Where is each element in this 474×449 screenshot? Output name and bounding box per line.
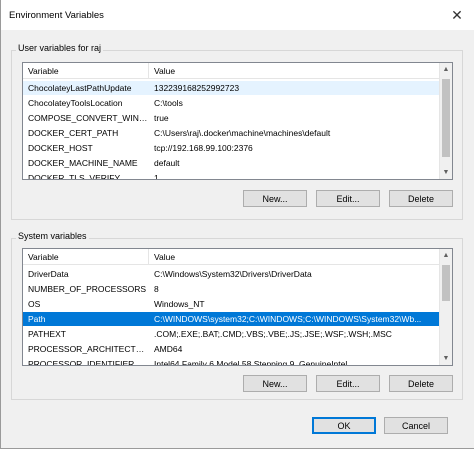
scroll-thumb[interactable] — [442, 265, 450, 301]
column-header-value[interactable]: Value — [149, 63, 439, 79]
system-new-button[interactable]: New... — [243, 375, 307, 392]
table-row[interactable]: DOCKER_HOST tcp://192.168.99.100:2376 — [23, 141, 439, 155]
row-variable: ChocolateyLastPathUpdate — [28, 83, 132, 93]
list-header: Variable Value — [23, 63, 439, 79]
row-value: Intel64 Family 6 Model 58 Stepping 9, Ge… — [154, 359, 348, 366]
system-edit-button[interactable]: Edit... — [316, 375, 380, 392]
row-variable: COMPOSE_CONVERT_WIND... — [28, 113, 148, 123]
row-variable: PATHEXT — [28, 329, 66, 339]
row-variable: DOCKER_HOST — [28, 143, 93, 153]
window-title: Environment Variables — [9, 10, 104, 21]
system-variables-label: System variables — [16, 231, 89, 241]
title-bar: Environment Variables ✕ — [1, 0, 474, 30]
vertical-scrollbar[interactable]: ▲ ▼ — [439, 63, 452, 179]
scroll-down-icon[interactable]: ▼ — [440, 352, 452, 365]
column-header-value[interactable]: Value — [149, 249, 439, 265]
row-value: AMD64 — [154, 344, 183, 354]
table-row[interactable]: DOCKER_CERT_PATH C:\Users\raj\.docker\ma… — [23, 126, 439, 140]
scroll-down-icon[interactable]: ▼ — [440, 166, 452, 179]
user-new-button[interactable]: New... — [243, 190, 307, 207]
table-row[interactable]: PROCESSOR_ARCHITECTURE AMD64 — [23, 342, 439, 356]
table-row[interactable]: ChocolateyLastPathUpdate 132239168252992… — [23, 81, 439, 95]
column-header-variable[interactable]: Variable — [23, 249, 149, 265]
row-value: 8 — [154, 284, 159, 294]
row-variable: Path — [28, 314, 46, 324]
table-row[interactable]: DOCKER_MACHINE_NAME default — [23, 156, 439, 170]
table-row[interactable]: PROCESSOR_IDENTIFIER Intel64 Family 6 Mo… — [23, 357, 439, 366]
user-variables-label: User variables for raj — [16, 43, 104, 53]
row-variable: DriverData — [28, 269, 69, 279]
row-variable: DOCKER_TLS_VERIFY — [28, 173, 121, 180]
row-variable: NUMBER_OF_PROCESSORS — [28, 284, 147, 294]
environment-variables-window: Environment Variables ✕ User variables f… — [0, 0, 474, 449]
row-variable: OS — [28, 299, 41, 309]
list-header: Variable Value — [23, 249, 439, 265]
system-delete-button[interactable]: Delete — [389, 375, 453, 392]
table-row-selected[interactable]: Path C:\WINDOWS\system32;C:\WINDOWS;C:\W… — [23, 312, 439, 326]
row-variable: PROCESSOR_ARCHITECTURE — [28, 344, 148, 354]
table-row[interactable]: ChocolateyToolsLocation C:\tools — [23, 96, 439, 110]
row-value: 132239168252992723 — [154, 83, 240, 93]
table-row[interactable]: DOCKER_TLS_VERIFY 1 — [23, 171, 439, 180]
row-variable: DOCKER_CERT_PATH — [28, 128, 119, 138]
row-value: .COM;.EXE;.BAT;.CMD;.VBS;.VBE;.JS;.JSE;.… — [154, 329, 392, 339]
user-delete-button[interactable]: Delete — [389, 190, 453, 207]
row-value: true — [154, 113, 169, 123]
system-variables-list[interactable]: Variable Value DriverData C:\Windows\Sys… — [22, 248, 453, 366]
ok-button[interactable]: OK — [312, 417, 376, 434]
table-row[interactable]: NUMBER_OF_PROCESSORS 8 — [23, 282, 439, 296]
user-variables-list[interactable]: Variable Value ChocolateyLastPathUpdate … — [22, 62, 453, 180]
row-value: default — [154, 158, 180, 168]
row-variable: DOCKER_MACHINE_NAME — [28, 158, 138, 168]
row-value: C:\tools — [154, 98, 183, 108]
table-row[interactable]: OS Windows_NT — [23, 297, 439, 311]
table-row[interactable]: COMPOSE_CONVERT_WIND... true — [23, 111, 439, 125]
row-value: Windows_NT — [154, 299, 205, 309]
row-variable: PROCESSOR_IDENTIFIER — [28, 359, 135, 366]
close-icon[interactable]: ✕ — [439, 0, 474, 30]
column-header-variable[interactable]: Variable — [23, 63, 149, 79]
row-value: C:\WINDOWS\system32;C:\WINDOWS;C:\WINDOW… — [154, 314, 422, 324]
table-row[interactable]: DriverData C:\Windows\System32\Drivers\D… — [23, 267, 439, 281]
row-value: 1 — [154, 173, 159, 180]
row-value: C:\Users\raj\.docker\machine\machines\de… — [154, 128, 331, 138]
vertical-scrollbar[interactable]: ▲ ▼ — [439, 249, 452, 365]
row-value: C:\Windows\System32\Drivers\DriverData — [154, 269, 312, 279]
row-variable: ChocolateyToolsLocation — [28, 98, 123, 108]
user-edit-button[interactable]: Edit... — [316, 190, 380, 207]
scroll-up-icon[interactable]: ▲ — [440, 63, 452, 76]
cancel-button[interactable]: Cancel — [384, 417, 448, 434]
scroll-thumb[interactable] — [442, 79, 450, 157]
scroll-up-icon[interactable]: ▲ — [440, 249, 452, 262]
row-value: tcp://192.168.99.100:2376 — [154, 143, 253, 153]
table-row[interactable]: PATHEXT .COM;.EXE;.BAT;.CMD;.VBS;.VBE;.J… — [23, 327, 439, 341]
